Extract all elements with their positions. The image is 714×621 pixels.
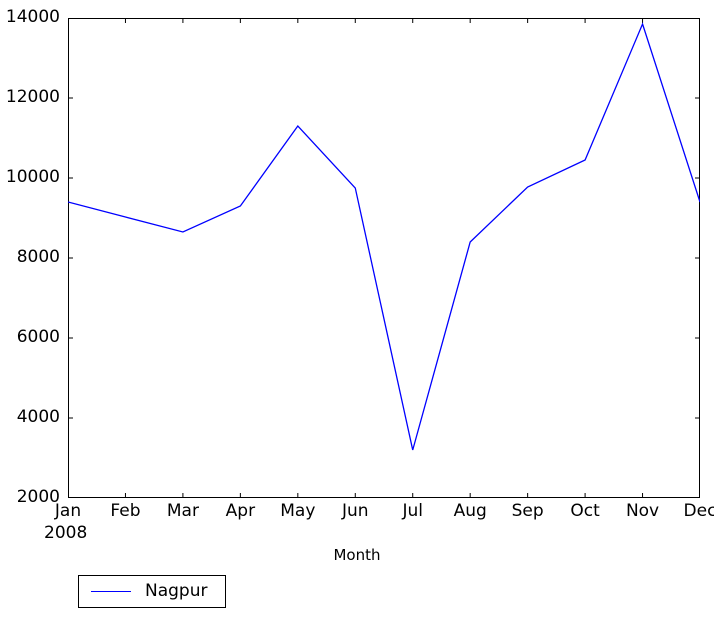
x-tick-label: Nov bbox=[625, 501, 660, 521]
x-tick-label: Jan bbox=[54, 501, 82, 521]
x-tick-label: Mar bbox=[166, 501, 199, 521]
x-tick-label: May bbox=[280, 501, 316, 521]
x-axis-title: Month bbox=[333, 546, 381, 564]
x-tick-label: Sep bbox=[511, 501, 544, 521]
legend-entry-label: Nagpur bbox=[145, 581, 208, 601]
legend-line-sample-icon bbox=[89, 584, 133, 600]
x-axis-offset-label: 2008 bbox=[44, 523, 88, 543]
x-tick-label: Oct bbox=[570, 501, 600, 521]
figure-canvas: 2000 4000 6000 8000 10000 12000 14000 Jan Feb Ma… bbox=[0, 0, 714, 621]
x-axis-tick-labels: Jan Feb Mar Apr May Jun Jul Aug Sep Oct Nov Dec bbox=[0, 0, 714, 621]
chart-legend[interactable]: Nagpur bbox=[78, 575, 226, 608]
x-tick-label: Aug bbox=[453, 501, 487, 521]
x-tick-label: Apr bbox=[225, 501, 256, 521]
x-tick-label: Jun bbox=[341, 501, 369, 521]
x-tick-label: Dec bbox=[683, 501, 714, 521]
x-tick-label: Jul bbox=[402, 501, 423, 521]
x-tick-label: Feb bbox=[110, 501, 141, 521]
